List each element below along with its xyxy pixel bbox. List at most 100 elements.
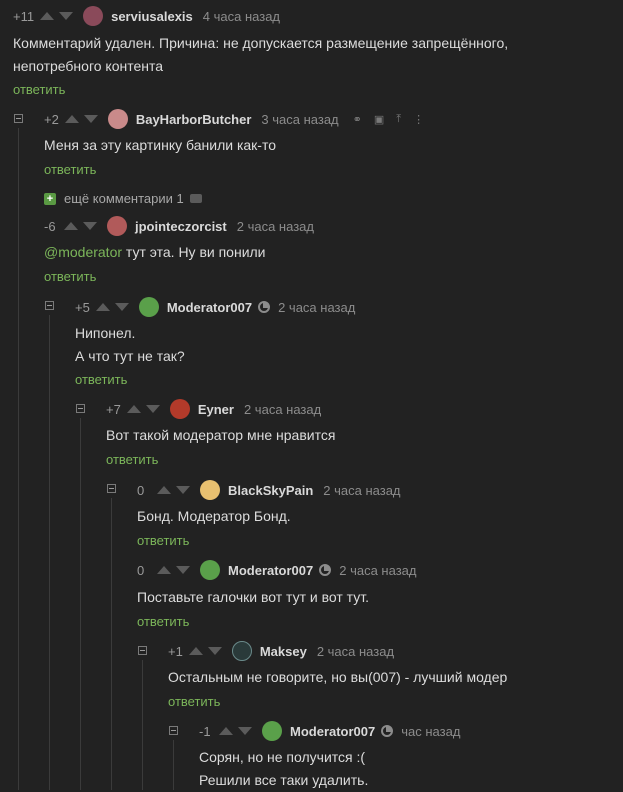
comment-time[interactable]: 2 часа назад — [278, 300, 355, 315]
comment-author[interactable]: BlackSkyPain — [228, 483, 313, 498]
comment-author[interactable]: jpointeczorcist — [135, 219, 227, 234]
collapse-button[interactable] — [45, 301, 54, 310]
avatar[interactable] — [231, 641, 252, 661]
comment-author[interactable]: serviusalexis — [111, 9, 193, 24]
comment-author[interactable]: Maksey — [260, 644, 307, 659]
comment-line: непотребного контента — [13, 58, 164, 74]
comment-text: Комментарий удален. Причина: не допускае… — [13, 32, 508, 78]
avatar[interactable] — [138, 297, 159, 317]
upvote-icon[interactable] — [157, 486, 171, 494]
collapse-button[interactable] — [138, 646, 147, 655]
comment-header: -6 jpointeczorcist 2 часа назад — [44, 216, 314, 236]
upvote-icon[interactable] — [95, 303, 110, 311]
comment-author[interactable]: BayHarborButcher — [136, 112, 252, 127]
comment-bubble-icon — [189, 194, 202, 203]
downvote-icon[interactable] — [176, 566, 190, 574]
comment-line: Бонд. Модератор Бонд. — [137, 508, 291, 524]
branch-line — [18, 128, 19, 790]
comment-line: тут эта. Ну ви понили — [122, 244, 266, 260]
comment-text: Нипонел. А что тут не так? — [75, 322, 185, 368]
reply-link[interactable]: ответить — [44, 162, 96, 177]
comment-header: +2 BayHarborButcher 3 часа назад ⚭ ▣ ⤒ ⋮ — [44, 109, 424, 129]
avatar[interactable] — [107, 216, 127, 236]
downvote-icon[interactable] — [83, 115, 98, 123]
downvote-icon[interactable] — [176, 486, 190, 494]
comment-rating: 0 — [137, 562, 145, 578]
comment-rating: -6 — [44, 218, 56, 234]
upvote-icon[interactable] — [64, 222, 78, 230]
downvote-icon[interactable] — [145, 405, 160, 413]
comment-rating: +11 — [13, 8, 35, 24]
comment-time[interactable]: 2 часа назад — [317, 644, 394, 659]
comment-author[interactable]: Moderator007 — [167, 300, 252, 315]
avatar[interactable] — [200, 560, 220, 580]
expand-icon: + — [44, 192, 56, 205]
avatar[interactable] — [262, 721, 282, 741]
upvote-icon[interactable] — [64, 115, 79, 123]
comment-rating: +2 — [44, 111, 59, 127]
upvote-icon[interactable] — [157, 566, 171, 574]
comment-tools: ⚭ ▣ ⤒ ⋮ — [353, 113, 425, 126]
downvote-icon[interactable] — [83, 222, 97, 230]
comment-header: 0 Moderator007 2 часа назад — [137, 560, 416, 580]
reply-link[interactable]: ответить — [75, 372, 127, 387]
comment-time[interactable]: час назад — [401, 724, 460, 739]
reply-link[interactable]: ответить — [13, 82, 65, 97]
comment-header: +11 serviusalexis 4 часа назад — [13, 6, 280, 26]
comment-time[interactable]: 2 часа назад — [237, 219, 314, 234]
link-icon[interactable]: ⚭ — [353, 113, 362, 126]
reply-link[interactable]: ответить — [137, 533, 189, 548]
reply-link[interactable]: ответить — [137, 614, 189, 629]
comment-line: Нипонел. — [75, 325, 136, 341]
downvote-icon[interactable] — [59, 12, 74, 20]
reply-link[interactable]: ответить — [106, 452, 158, 467]
mention-link[interactable]: @moderator — [44, 244, 122, 260]
comment-line: Поставьте галочки вот тут и вот тут. — [137, 589, 369, 605]
downvote-icon[interactable] — [114, 303, 129, 311]
branch-line — [173, 740, 174, 790]
more-comments-button[interactable]: + ещё комментарии 1 — [44, 191, 202, 206]
upvote-icon[interactable] — [126, 405, 141, 413]
upvote-icon[interactable] — [188, 647, 203, 655]
reply-link[interactable]: ответить — [44, 269, 96, 284]
comment-line: А что тут не так? — [75, 348, 185, 364]
comment-time[interactable]: 2 часа назад — [339, 563, 416, 578]
reply-link[interactable]: ответить — [168, 694, 220, 709]
avatar[interactable] — [83, 6, 104, 26]
collapse-button[interactable] — [107, 484, 116, 493]
comment-text: Меня за эту картинку банили как-то — [44, 134, 276, 157]
comment-time[interactable]: 4 часа назад — [203, 9, 280, 24]
collapse-button[interactable] — [169, 726, 178, 735]
comment-author[interactable]: Eyner — [198, 402, 234, 417]
avatar[interactable] — [200, 480, 220, 500]
collapse-button[interactable] — [14, 114, 23, 123]
comment-line: Комментарий удален. Причина: не допускае… — [13, 35, 509, 51]
collapse-button[interactable] — [76, 404, 85, 413]
more-comments-label: ещё комментарии 1 — [64, 191, 184, 206]
moderator-badge-icon — [258, 301, 271, 313]
upload-icon[interactable]: ⤒ — [396, 113, 401, 126]
comment-time[interactable]: 2 часа назад — [244, 402, 321, 417]
comment-header: +5 Moderator007 2 часа назад — [75, 297, 355, 317]
save-icon[interactable]: ▣ — [374, 113, 384, 126]
comment-rating: +5 — [75, 299, 90, 315]
comment-line: Вот такой модератор мне нравится — [106, 427, 336, 443]
comment-line: Остальным не говорите, но вы(007) - лучш… — [168, 669, 508, 685]
comment-time[interactable]: 2 часа назад — [323, 483, 400, 498]
comment-rating: +1 — [168, 643, 183, 659]
comment-line: Решили все таки удалить. — [199, 772, 369, 788]
comment-author[interactable]: Moderator007 — [290, 724, 375, 739]
upvote-icon[interactable] — [40, 12, 55, 20]
comment-time[interactable]: 3 часа назад — [261, 112, 338, 127]
comment-author[interactable]: Moderator007 — [228, 563, 313, 578]
avatar[interactable] — [107, 109, 128, 129]
share-icon[interactable]: ⋮ — [413, 113, 424, 126]
comment-line: Сорян, но не получится :( — [199, 749, 366, 765]
comment-text: Вот такой модератор мне нравится — [106, 424, 335, 447]
branch-line — [111, 498, 112, 790]
downvote-icon[interactable] — [207, 647, 222, 655]
downvote-icon[interactable] — [238, 727, 252, 735]
comment-header: 0 BlackSkyPain 2 часа назад — [137, 480, 401, 500]
avatar[interactable] — [169, 399, 190, 419]
upvote-icon[interactable] — [219, 727, 233, 735]
